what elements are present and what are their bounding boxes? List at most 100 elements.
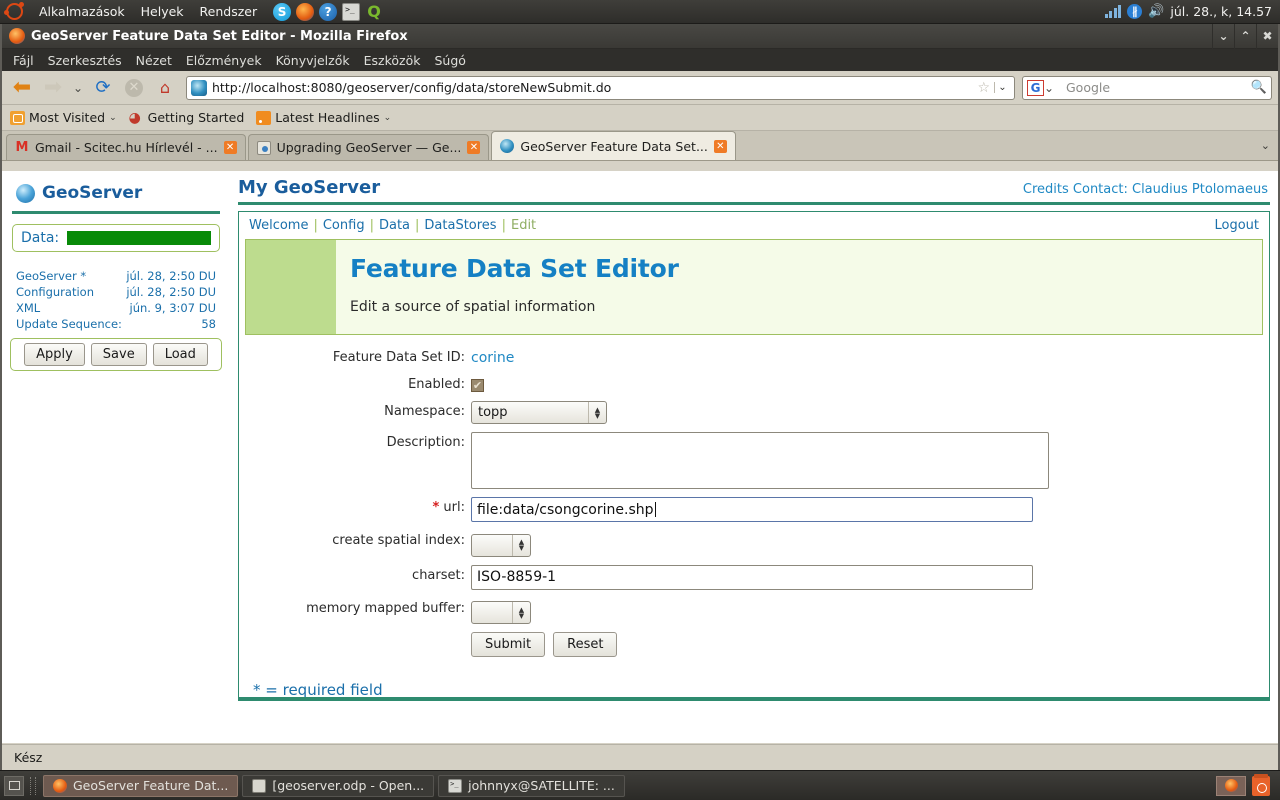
tab-gmail[interactable]: M Gmail - Scitec.hu Hírlevél - ... ✕ — [6, 134, 246, 160]
url-dropdown-icon[interactable]: ⌄ — [994, 82, 1010, 93]
help-icon[interactable] — [319, 2, 338, 21]
taskbar-item-label: [geoserver.odp - Open... — [272, 778, 425, 793]
reload-icon[interactable]: ⟳ — [89, 74, 117, 102]
apply-button[interactable]: Apply — [24, 343, 85, 366]
enabled-checkbox[interactable]: ✔ — [471, 379, 484, 392]
geoserver-main: My GeoServer Credits Contact: Claudius P… — [238, 171, 1278, 743]
taskbar-item-terminal[interactable]: johnnyx@SATELLITE: ... — [438, 774, 625, 797]
stat-row: Configuration júl. 28, 2:50 DU — [14, 284, 218, 300]
back-arrow-icon[interactable]: ⬅ — [8, 74, 36, 102]
breadcrumb-item-edit: Edit — [510, 218, 537, 233]
load-button[interactable]: Load — [152, 343, 208, 366]
breadcrumb-item-welcome[interactable]: Welcome — [249, 218, 308, 233]
menu-help[interactable]: Súgó — [427, 51, 472, 70]
sidebar-actions: Apply Save Load — [10, 338, 222, 371]
terminal-icon[interactable] — [342, 2, 361, 21]
feature-data-set-form: Feature Data Set ID: corine Enabled: ✔ N… — [239, 335, 1269, 699]
breadcrumb-item-data[interactable]: Data — [379, 218, 410, 233]
tab-list-chevron-icon[interactable]: ⌄ — [1261, 139, 1270, 152]
chevron-down-icon: ⌄ — [109, 112, 117, 123]
close-icon[interactable]: ✕ — [467, 141, 481, 154]
chevron-down-icon[interactable]: ⌄ — [70, 74, 86, 102]
banner-accent — [246, 240, 336, 334]
ubuntu-logo-icon[interactable] — [4, 2, 24, 20]
signal-strength-icon[interactable] — [1104, 5, 1122, 18]
close-icon[interactable]: ✕ — [713, 139, 727, 153]
geoserver-logo[interactable]: GeoServer — [10, 179, 222, 209]
search-icon[interactable]: 🔍 — [1251, 80, 1267, 95]
taskbar-grip[interactable] — [30, 776, 36, 795]
tab-geoserver-feature-data-set[interactable]: GeoServer Feature Data Set... ✕ — [491, 131, 736, 160]
menu-tools[interactable]: Eszközök — [357, 51, 428, 70]
bluetooth-icon[interactable]: ∦ — [1127, 4, 1143, 19]
menu-history[interactable]: Előzmények — [179, 51, 269, 70]
taskbar-item-geoserver-odp[interactable]: [geoserver.odp - Open... — [242, 774, 435, 797]
server-stats: GeoServer * júl. 28, 2:50 DU Configurati… — [10, 268, 222, 332]
stop-icon: ✕ — [120, 74, 148, 102]
trash-icon[interactable] — [1252, 773, 1270, 796]
data-status-box: Data: — [12, 224, 220, 252]
breadcrumb-item-config[interactable]: Config — [323, 218, 365, 233]
create-spatial-index-select[interactable]: ▲ ▼ — [471, 533, 531, 557]
chevron-updown-icon: ▲ ▼ — [512, 534, 530, 556]
folder-icon — [10, 110, 25, 125]
bookmark-latest-headlines[interactable]: Latest Headlines ⌄ — [256, 110, 391, 125]
firefox-icon[interactable] — [296, 2, 315, 21]
bookmark-star-icon[interactable]: ☆ — [977, 80, 990, 96]
save-button[interactable]: Save — [90, 343, 147, 366]
label-feature-data-set-id: Feature Data Set ID: — [332, 350, 465, 365]
submit-button[interactable]: Submit — [471, 632, 546, 657]
qgis-icon[interactable]: Q — [365, 2, 383, 21]
charset-input-field[interactable]: ISO-8859-1 — [471, 564, 1033, 590]
panel-clock[interactable]: júl. 28., k, 14.57 — [1170, 4, 1272, 19]
menu-bookmarks[interactable]: Könyvjelzők — [269, 51, 357, 70]
close-icon[interactable]: ✕ — [223, 141, 237, 154]
search-engine-chevron-icon[interactable]: ⌄ — [1044, 81, 1060, 95]
url-bar[interactable]: http://localhost:8080/geoserver/config/d… — [186, 75, 1015, 100]
form-row-description: Description: — [239, 432, 1269, 489]
credits-contact[interactable]: Credits Contact: Claudius Ptolomaeus — [1023, 182, 1268, 197]
search-input[interactable]: Google — [1060, 80, 1251, 95]
menu-edit[interactable]: Szerkesztés — [41, 51, 129, 70]
description-textarea[interactable] — [471, 432, 1049, 489]
bookmark-getting-started[interactable]: ◕ Getting Started — [129, 110, 245, 125]
google-engine-icon[interactable]: G — [1027, 79, 1044, 96]
tab-label: Gmail - Scitec.hu Hírlevél - ... — [35, 140, 218, 155]
geoserver-sidebar: GeoServer Data: GeoServer * júl. 28, 2:5… — [2, 171, 230, 743]
panel-menu-places[interactable]: Helyek — [133, 2, 192, 21]
search-bar[interactable]: G ⌄ Google 🔍 — [1022, 75, 1272, 100]
memory-mapped-buffer-select[interactable]: ▲ ▼ — [471, 601, 531, 624]
tab-upgrading-geoserver[interactable]: Upgrading GeoServer — Ge... ✕ — [247, 134, 490, 160]
form-row-namespace: Namespace: topp ▲ ▼ — [239, 401, 1269, 424]
show-desktop-icon[interactable] — [4, 775, 24, 796]
rss-icon — [256, 110, 272, 125]
banner-body: Feature Data Set Editor Edit a source of… — [336, 240, 1262, 334]
url-input[interactable]: http://localhost:8080/geoserver/config/d… — [212, 80, 977, 95]
stat-row: XML jún. 9, 3:07 DU — [14, 300, 218, 316]
chevron-updown-icon: ▲ ▼ — [588, 402, 606, 423]
url-input-value: file:data/csongcorine.shp — [477, 501, 654, 518]
minimize-button[interactable]: ⌄ — [1212, 23, 1234, 49]
bookmark-most-visited[interactable]: Most Visited ⌄ — [10, 110, 117, 125]
breadcrumb-item-datastores[interactable]: DataStores — [424, 218, 496, 233]
reset-button[interactable]: Reset — [553, 632, 618, 657]
menu-file[interactable]: Fájl — [6, 51, 41, 70]
breadcrumb-separator: | — [415, 218, 420, 233]
text-caret — [654, 502, 656, 517]
close-button[interactable]: ✖ — [1256, 23, 1278, 49]
url-input-field[interactable]: file:data/csongcorine.shp — [471, 497, 1033, 522]
form-row-enabled: Enabled: ✔ — [239, 374, 1269, 393]
panel-menu-applications[interactable]: Alkalmazások — [31, 2, 133, 21]
chevron-updown-icon: ▲ ▼ — [512, 602, 530, 623]
skype-icon[interactable] — [273, 2, 292, 21]
minimized-window-firefox[interactable] — [1216, 775, 1246, 796]
home-icon[interactable]: ⌂ — [151, 74, 179, 102]
namespace-select[interactable]: topp ▲ ▼ — [471, 401, 607, 424]
logout-link[interactable]: Logout — [1214, 218, 1259, 233]
maximize-button[interactable]: ⌃ — [1234, 23, 1256, 49]
volume-icon[interactable]: 🔊 — [1148, 4, 1164, 19]
stat-name: XML — [16, 301, 41, 315]
taskbar-item-geoserver[interactable]: GeoServer Feature Dat... — [43, 774, 239, 797]
panel-menu-system[interactable]: Rendszer — [192, 2, 266, 21]
menu-view[interactable]: Nézet — [129, 51, 179, 70]
